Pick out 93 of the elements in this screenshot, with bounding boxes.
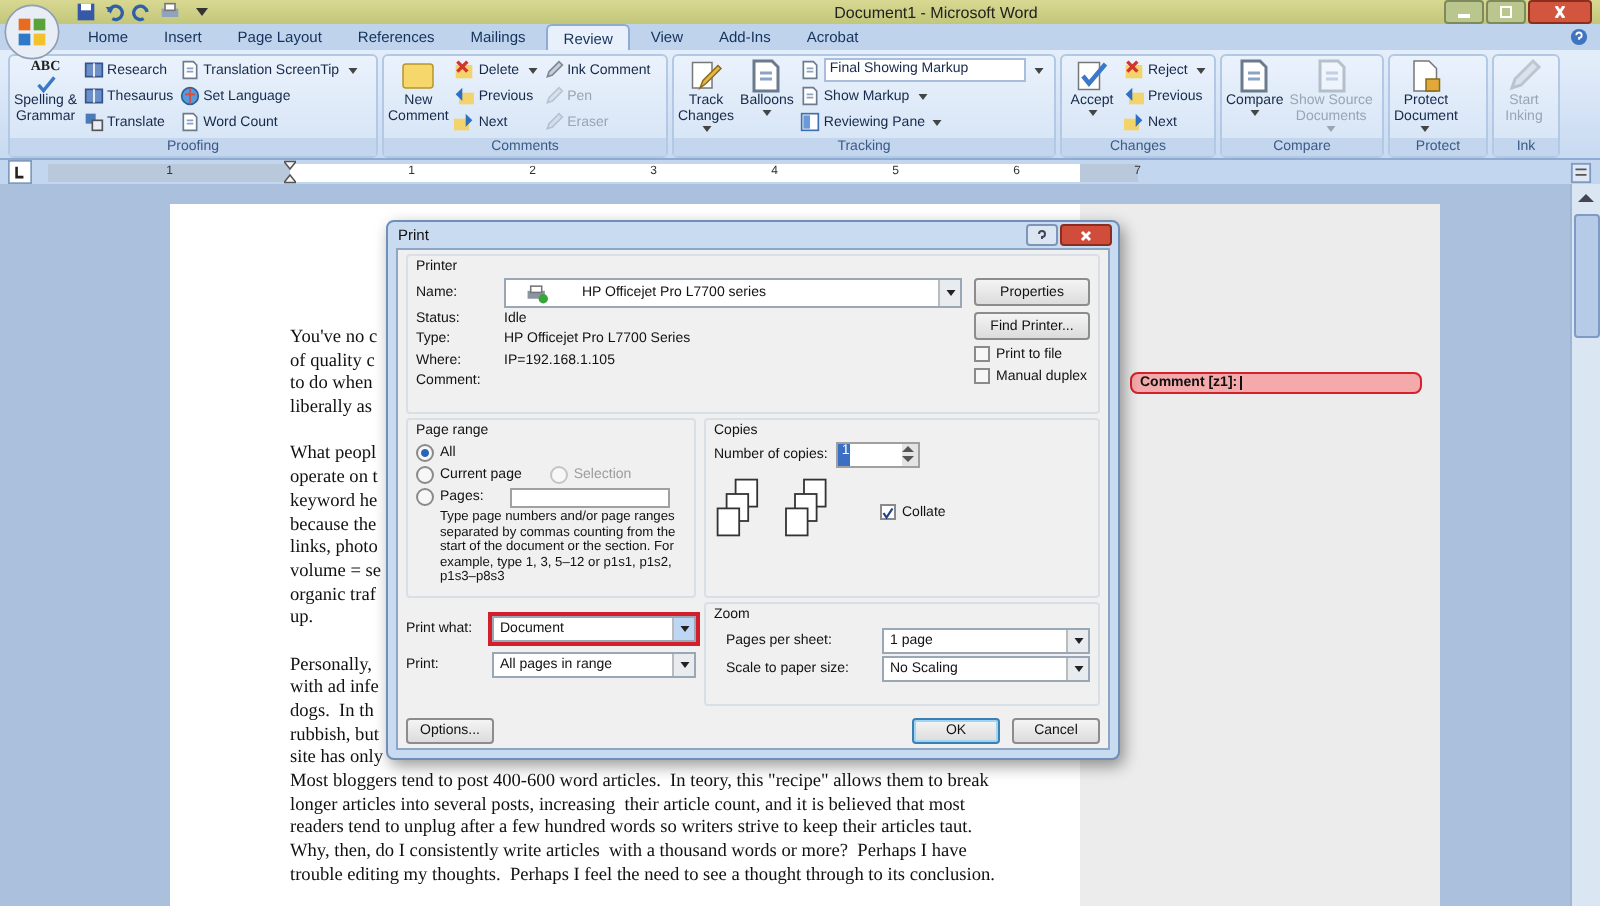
document-text-line: up. [290,608,314,632]
caret-icon [679,625,689,631]
document-text-line: links, photo [290,538,378,562]
caret-icon [1326,126,1337,132]
scroll-thumb[interactable] [1573,214,1599,338]
document-pen-icon [688,58,725,94]
document-text-line: trouble editing my thoughts. Perhaps I feel the need to see a thought through to its conclusion. [290,865,995,889]
pane-icon [799,112,820,132]
maximize-icon [1496,6,1516,18]
checkbox[interactable] [974,368,990,384]
document-text-line: What peopl [290,444,377,469]
caret-icon [917,93,928,99]
caret-icon [1073,637,1083,643]
pen-icon [1506,58,1542,94]
document-text-line: liberally as [290,398,373,422]
check-mark-icon [33,74,58,94]
caret-icon[interactable] [196,8,208,16]
document-text-line: with ad infe [290,678,379,702]
help-icon[interactable] [1570,28,1588,46]
document-text-line: Personally, [290,655,372,679]
document-text-line: operate on t [290,468,378,492]
spin-arrows-icon [901,444,914,464]
document-text-line: You've no c [290,328,378,352]
tab-stop-selector[interactable] [8,160,32,184]
caret-icon [1073,665,1083,671]
document-text-line: Why, then, do I consistently write articles with a thousand words or more? Perhaps I have [290,842,967,866]
minimize-button[interactable] [1444,0,1484,24]
maximize-button[interactable] [1486,0,1526,24]
redo-icon[interactable] [132,2,152,22]
caret-icon [701,126,712,132]
caret-icon [527,67,538,73]
document-icon [799,86,820,106]
document-icon [179,60,200,80]
caret-icon [945,290,955,296]
window-title: Document1 - Microsoft Word [832,3,1040,21]
document-icon [799,60,820,80]
pages-field[interactable] [509,487,670,507]
caret-icon [679,661,689,667]
caret-icon [1087,110,1097,116]
pen-icon [543,112,564,132]
close-button[interactable] [1528,0,1592,24]
globe-icon [179,86,200,106]
document-text-line: organic traf [290,585,376,609]
caret-icon [347,67,358,73]
document-text-line: longer articles into several posts, increasing their article count, and it is believed that most [290,795,965,819]
indent-marker-icon[interactable] [284,160,296,184]
caret-icon [1249,110,1260,116]
printer-icon [526,283,548,303]
checkbox[interactable] [974,346,990,362]
document-text-line: keyword he [290,491,378,515]
close-icon [1078,227,1094,243]
document-text-line: dogs. In th [290,702,374,726]
help-icon [1034,227,1050,243]
document-text-line: volume = se [290,561,382,586]
document-text-line: because the [290,515,377,539]
document-check-icon [1074,58,1110,94]
book-icon [83,60,104,80]
radio-button[interactable] [416,444,434,462]
document-text-line: rubbish, but [290,725,379,749]
print-icon[interactable] [160,2,180,22]
document-text-line: site has only [290,748,383,773]
document-lock-icon [1407,58,1444,94]
close-button[interactable] [1060,224,1112,246]
save-icon[interactable] [76,2,96,22]
pen-icon [543,86,564,106]
document-text-line: Most bloggers tend to post 400-600 word articles. In teory, this "recipe" allows them to break [290,772,989,796]
sticky-note-icon [400,58,437,94]
caret-icon [1195,67,1206,73]
close-icon [1550,6,1570,18]
radio-button[interactable] [416,466,434,484]
delete-icon [1124,60,1144,80]
caret-icon [932,119,943,125]
translate-icon [83,112,104,132]
caret-icon [1033,67,1044,73]
delete-icon [454,60,475,80]
book-icon [83,86,104,106]
ruler-toggle-icon[interactable] [1570,161,1592,183]
document-icon [1313,58,1350,94]
caret-icon [761,110,772,116]
document-text-line: of quality c [290,351,375,375]
undo-icon[interactable] [104,2,124,22]
document-text-line: readers tend to unplug after a few hundred words so writers strive to keep their articles taut. [290,818,973,843]
document-icon [1236,58,1273,94]
document-icon [748,58,785,94]
checkbox[interactable] [880,504,896,520]
caret-icon [1420,126,1431,132]
pen-icon [543,60,564,80]
help-button[interactable] [1026,224,1058,246]
scroll-up-icon[interactable] [1576,190,1596,206]
document-icon [179,112,200,132]
radio-button[interactable] [416,488,434,506]
vertical-scrollbar[interactable] [1570,184,1600,906]
document-text-line: to do when [290,374,373,399]
